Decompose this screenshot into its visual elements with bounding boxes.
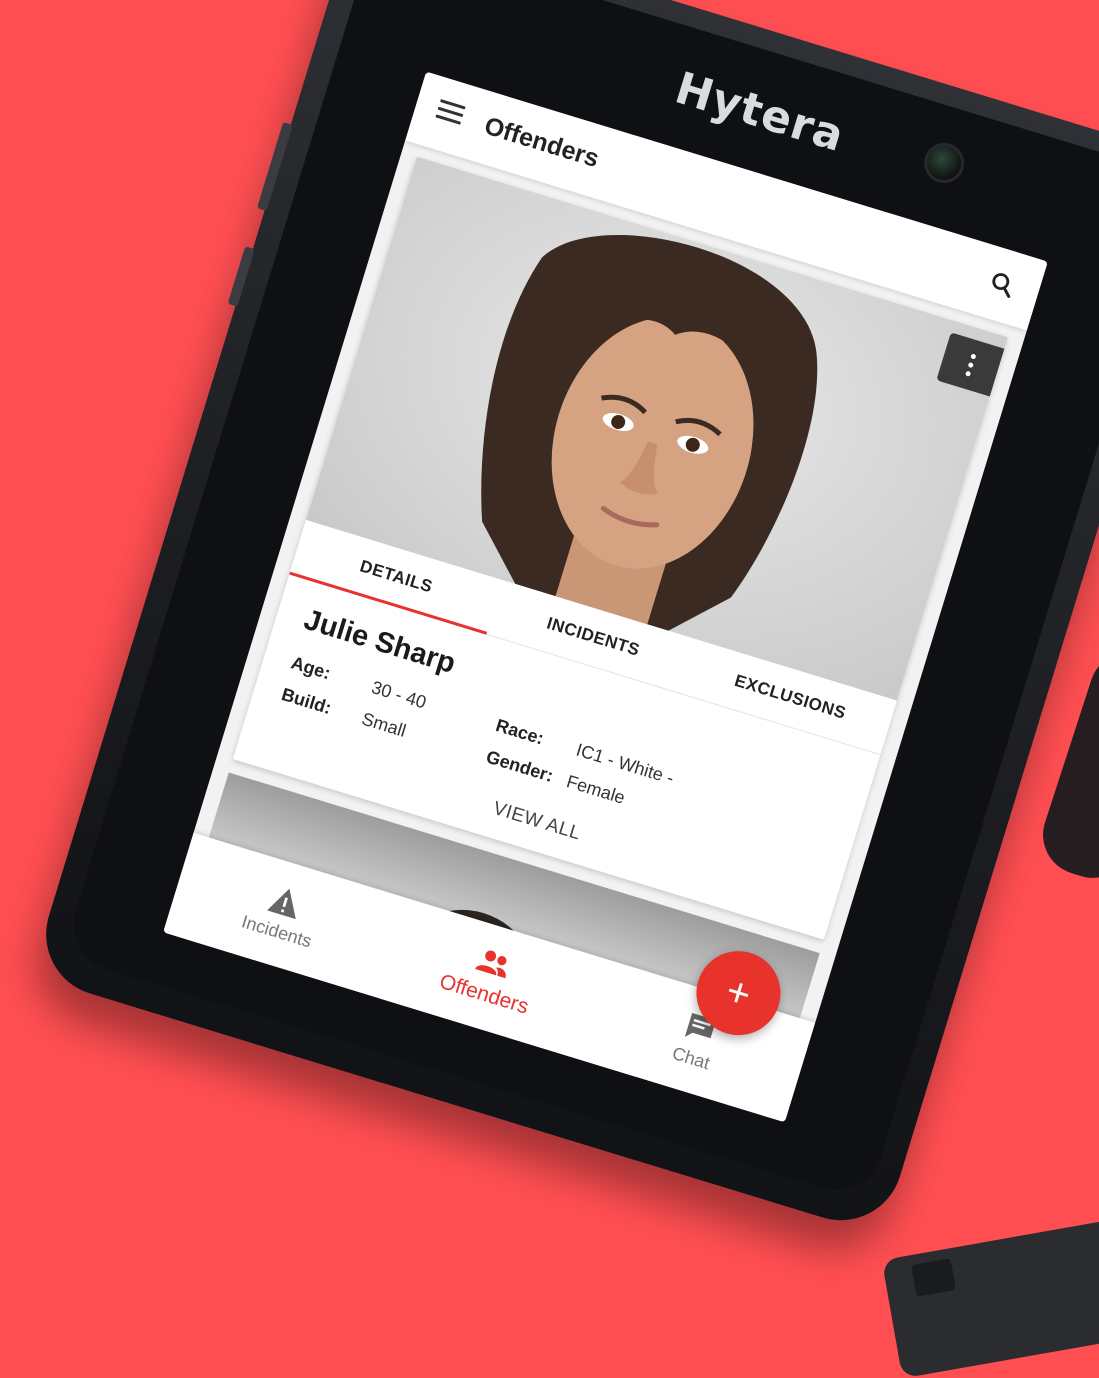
nav-label-chat: Chat — [670, 1042, 713, 1073]
phone-device: Hytera Offenders DETAILS INCIDENTS EXCLU… — [30, 0, 1099, 1236]
add-icon: + — [720, 968, 757, 1018]
page-title: Offenders — [481, 111, 603, 174]
background-device-bottom — [881, 1211, 1099, 1378]
nav-label-offenders: Offenders — [436, 969, 532, 1019]
people-icon — [475, 950, 507, 979]
nav-label-incidents: Incidents — [239, 910, 315, 952]
menu-icon[interactable] — [435, 99, 466, 126]
search-icon[interactable] — [986, 268, 1018, 300]
phone-screen: Offenders DETAILS INCIDENTS EXCLUSIONS J… — [163, 71, 1048, 1123]
warning-icon — [267, 888, 297, 919]
